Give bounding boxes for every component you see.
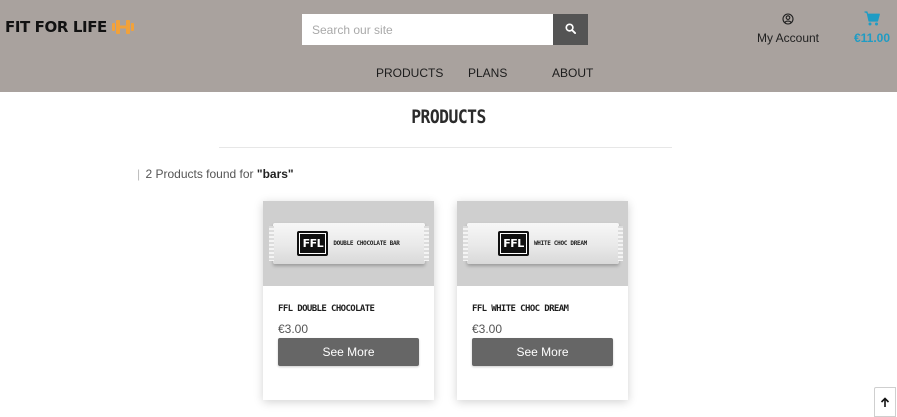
search-button[interactable] (553, 14, 588, 45)
nav-item-about[interactable]: ABOUT (552, 66, 593, 80)
ffl-logo: FFL (297, 231, 329, 256)
bar-wrapper-label: WHITE CHOC DREAM (534, 240, 587, 247)
bar-wrapper-label: DOUBLE CHOCOLATE BAR (333, 240, 400, 247)
product-card[interactable]: FFL DOUBLE CHOCOLATE BAR FFL DOUBLE CHOC… (263, 201, 434, 400)
nav-item-products[interactable]: PRODUCTS (376, 66, 443, 80)
site-header: FIT FOR LIFE Search our site My Account … (0, 0, 897, 92)
brand-logo[interactable]: FIT FOR LIFE (5, 18, 135, 36)
product-name: FFL DOUBLE CHOCOLATE (278, 304, 375, 314)
brand-name: FIT FOR LIFE (5, 18, 107, 36)
product-image[interactable]: FFL DOUBLE CHOCOLATE BAR (263, 201, 434, 286)
see-more-button[interactable]: See More (472, 338, 613, 366)
product-image[interactable]: FFL WHITE CHOC DREAM (457, 201, 628, 286)
results-divider: | (137, 167, 141, 181)
arrow-up-icon (880, 395, 890, 413)
dumbbell-icon (111, 19, 135, 35)
results-count: 2 Products found for (145, 167, 254, 181)
results-query: "bars" (256, 167, 294, 181)
cart-total: €11.00 (853, 31, 891, 45)
title-divider (219, 147, 672, 148)
my-account-label: My Account (756, 31, 820, 45)
see-more-button[interactable]: See More (278, 338, 419, 366)
my-account-link[interactable]: My Account (752, 13, 824, 45)
ffl-logo: FFL (498, 231, 529, 256)
product-bar-wrapper: FFL DOUBLE CHOCOLATE BAR (268, 223, 429, 264)
product-card[interactable]: FFL WHITE CHOC DREAM FFL WHITE CHOC DREA… (457, 201, 628, 400)
main-nav: PRODUCTS PLANS ABOUT (0, 66, 897, 82)
shopping-cart-link[interactable]: €11.00 (848, 11, 896, 45)
search-form (302, 14, 588, 45)
user-circle-icon (752, 13, 824, 28)
product-price: €3.00 (278, 322, 309, 336)
nav-item-plans[interactable]: PLANS (468, 66, 507, 80)
search-input[interactable] (302, 14, 553, 45)
product-name: FFL WHITE CHOC DREAM (472, 304, 569, 314)
results-summary: | 2 Products found for "bars" (137, 167, 294, 181)
page-title: PRODUCTS (411, 106, 486, 128)
product-bar-wrapper: FFL WHITE CHOC DREAM (462, 223, 623, 264)
cart-icon (848, 11, 896, 28)
search-icon (565, 22, 576, 37)
product-price: €3.00 (472, 322, 503, 336)
back-to-top-button[interactable] (874, 387, 896, 417)
